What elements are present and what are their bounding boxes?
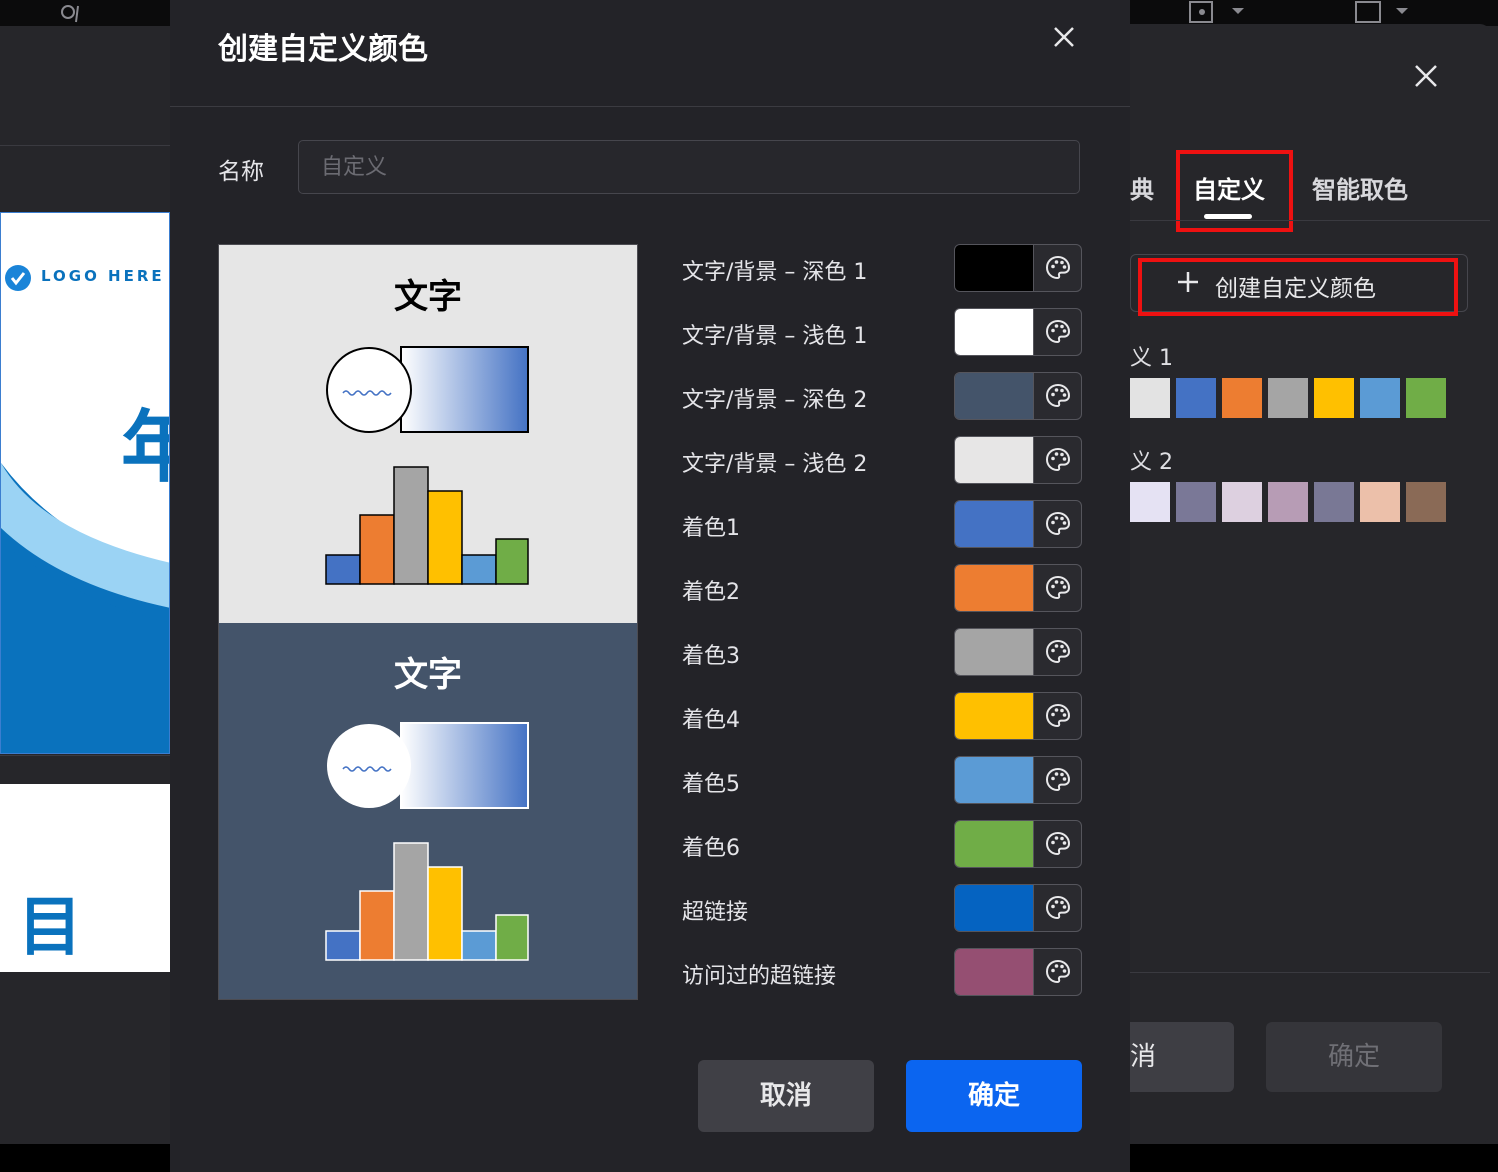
logo-text: LOGO HERE [41,267,165,285]
tab-smart-pick[interactable]: 智能取色 [1312,170,1408,205]
palette-icon[interactable] [1033,437,1081,483]
color-chip [1222,482,1262,522]
preview-graphics-light [325,346,529,585]
slide-thumbnail-1[interactable]: LOGO HERE 年 [0,212,170,754]
palette-icon[interactable] [1033,565,1081,611]
color-picker-button[interactable] [954,820,1082,868]
divider [0,755,170,756]
color-picker-button[interactable] [954,884,1082,932]
color-picker-button[interactable] [954,244,1082,292]
preview-dark-section: 文字 [219,623,637,999]
theme-color-label: 文字/背景 – 深色 2 [682,388,868,413]
color-picker-button[interactable] [954,692,1082,740]
dialog-header-divider [170,106,1130,107]
palette-icon[interactable] [1033,629,1081,675]
color-swatch[interactable] [955,565,1033,611]
color-swatch[interactable] [955,245,1033,291]
custom-set-2-label: 义 2 [1130,450,1173,475]
color-picker-button[interactable] [954,948,1082,996]
create-custom-color-dialog: 创建自定义颜色 名称 文字 [170,0,1130,1172]
palette-icon[interactable] [1033,693,1081,739]
name-label: 名称 [218,159,264,185]
color-chip [1268,482,1308,522]
color-picker-button[interactable] [954,564,1082,612]
divider [0,145,170,146]
theme-color-label: 超链接 [682,900,749,925]
color-picker-button[interactable] [954,436,1082,484]
slide-title-fragment: 年 [121,385,169,497]
color-chip [1406,482,1446,522]
tabs-divider [1130,220,1490,221]
custom-set-2-swatches[interactable] [1130,482,1446,522]
theme-color-label: 访问过的超链接 [682,964,837,989]
color-picker-button[interactable] [954,308,1082,356]
color-chip [1130,378,1170,418]
theme-color-label: 着色1 [682,516,740,541]
custom-set-1-swatches[interactable] [1130,378,1446,418]
color-swatch[interactable] [955,373,1033,419]
color-swatch[interactable] [955,693,1033,739]
ok-button[interactable]: 确定 [906,1060,1082,1132]
preview-graphics-dark [325,722,529,961]
color-chip [1406,378,1446,418]
color-swatch[interactable] [955,757,1033,803]
highlight-box [1138,258,1458,316]
tab-classic[interactable]: 典 [1130,170,1154,205]
color-chip [1268,378,1308,418]
color-swatch[interactable] [955,437,1033,483]
palette-icon[interactable] [1033,885,1081,931]
preview-light-section: 文字 [219,245,637,623]
color-chip [1222,378,1262,418]
toolbar-icon[interactable] [58,2,88,28]
theme-color-label: 文字/背景 – 深色 1 [682,260,868,285]
color-swatch[interactable] [955,885,1033,931]
theme-color-label: 着色2 [682,580,740,605]
color-chip [1176,378,1216,418]
color-chip [1176,482,1216,522]
panel-ok-button[interactable]: 确定 [1266,1022,1442,1092]
theme-color-label: 着色4 [682,708,740,733]
theme-color-label: 着色3 [682,644,740,669]
palette-icon[interactable] [1033,949,1081,995]
palette-icon[interactable] [1033,245,1081,291]
custom-set-1-label: 义 1 [1130,346,1173,371]
color-chip [1314,378,1354,418]
color-swatch[interactable] [955,501,1033,547]
palette-icon[interactable] [1033,757,1081,803]
color-chip [1360,482,1400,522]
palette-icon[interactable] [1033,309,1081,355]
close-icon[interactable] [1412,62,1440,98]
color-swatch[interactable] [955,629,1033,675]
color-picker-button[interactable] [954,628,1082,676]
color-swatch[interactable] [955,949,1033,995]
color-swatch[interactable] [955,309,1033,355]
cancel-button[interactable]: 取消 [698,1060,874,1132]
slide-thumbnail-2[interactable]: 目 录 [0,784,170,972]
color-picker-button[interactable] [954,756,1082,804]
name-input[interactable] [298,140,1080,194]
color-chip [1360,378,1400,418]
theme-color-label: 文字/背景 – 浅色 2 [682,452,868,477]
palette-icon[interactable] [1033,821,1081,867]
dialog-title: 创建自定义颜色 [218,32,428,67]
palette-icon[interactable] [1033,373,1081,419]
palette-icon[interactable] [1033,501,1081,547]
theme-color-label: 文字/背景 – 浅色 1 [682,324,868,349]
color-picker-button[interactable] [954,500,1082,548]
color-swatch[interactable] [955,821,1033,867]
theme-color-label: 着色6 [682,836,740,861]
theme-color-label: 着色5 [682,772,740,797]
footer-divider [1130,972,1490,973]
close-icon[interactable] [1050,20,1078,60]
color-chip [1130,482,1170,522]
logo-icon [5,265,31,291]
slide-title: 目 录 [18,891,90,965]
theme-preview: 文字 文字 [218,244,638,1000]
color-picker-button[interactable] [954,372,1082,420]
color-chip [1314,482,1354,522]
